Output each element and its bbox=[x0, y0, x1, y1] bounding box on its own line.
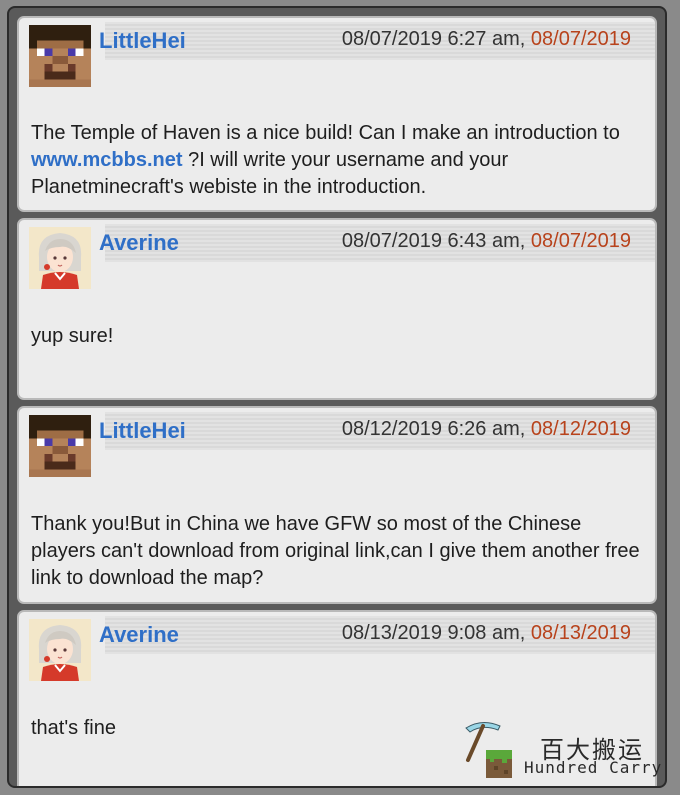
post-body: Thank you!But in China we have GFW so mo… bbox=[31, 513, 640, 589]
post-date: 08/07/2019 6:43 am, 08/07/2019 bbox=[342, 230, 631, 253]
username-link[interactable]: LittleHei bbox=[99, 418, 186, 444]
username-link[interactable]: Averine bbox=[99, 622, 179, 648]
post-timestamp: 08/07/2019 6:43 am bbox=[341, 230, 520, 252]
date-separator: , bbox=[519, 230, 531, 252]
mcbbs-link[interactable]: www.mcbbs.net bbox=[31, 149, 183, 171]
username-link[interactable]: LittleHei bbox=[99, 28, 186, 54]
post-body: yup sure! bbox=[31, 325, 114, 347]
comment-thread-frame: LittleHei 08/07/2019 6:27 am, 08/07/2019… bbox=[7, 6, 667, 788]
post-date: 08/07/2019 6:27 am, 08/07/2019 bbox=[342, 28, 631, 51]
anime-girl-avatar-icon[interactable] bbox=[29, 227, 91, 289]
date-separator: , bbox=[519, 28, 531, 50]
comment-post: Averine 08/07/2019 6:43 am, 08/07/2019 y… bbox=[17, 218, 657, 400]
anime-girl-avatar-icon[interactable] bbox=[29, 619, 91, 681]
watermark-english-text: Hundred Carry bbox=[524, 758, 663, 777]
pickaxe-grass-block-icon bbox=[465, 722, 512, 778]
date-separator: , bbox=[519, 622, 531, 644]
steve-avatar-icon[interactable] bbox=[29, 415, 91, 477]
post-timestamp: 08/12/2019 6:26 am bbox=[341, 418, 520, 440]
comment-post: LittleHei 08/12/2019 6:26 am, 08/12/2019… bbox=[17, 406, 657, 604]
post-timestamp: 08/07/2019 6:27 am bbox=[341, 28, 520, 50]
edit-date: 08/07/2019 bbox=[530, 28, 631, 50]
edit-date: 08/12/2019 bbox=[530, 418, 631, 440]
edit-date: 08/13/2019 bbox=[530, 622, 631, 644]
date-separator: , bbox=[519, 418, 531, 440]
hundred-carry-watermark: 百大搬运 Hundred Carry bbox=[460, 716, 670, 788]
username-link[interactable]: Averine bbox=[99, 230, 179, 256]
steve-avatar-icon[interactable] bbox=[29, 25, 91, 87]
edit-date: 08/07/2019 bbox=[530, 230, 631, 252]
post-body: The Temple of Haven is a nice build! Can… bbox=[31, 120, 643, 201]
comment-post: LittleHei 08/07/2019 6:27 am, 08/07/2019… bbox=[17, 16, 657, 212]
post-text: The Temple of Haven is a nice build! Can… bbox=[31, 122, 620, 144]
post-date: 08/12/2019 6:26 am, 08/12/2019 bbox=[342, 418, 631, 441]
post-timestamp: 08/13/2019 9:08 am bbox=[341, 622, 520, 644]
post-date: 08/13/2019 9:08 am, 08/13/2019 bbox=[342, 622, 631, 645]
